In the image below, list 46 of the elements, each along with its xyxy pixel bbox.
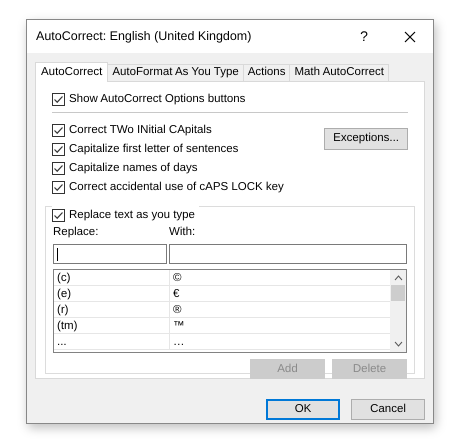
checkbox[interactable] [52, 93, 65, 106]
checkbox-label: Show AutoCorrect Options buttons [69, 92, 246, 107]
replace-label: Replace: [53, 225, 100, 240]
scroll-thumb[interactable] [391, 285, 405, 302]
checkbox[interactable] [52, 143, 65, 156]
checkbox-label: Capitalize names of days [69, 160, 198, 176]
with-label: With: [169, 225, 196, 240]
scroll-down-icon[interactable] [394, 341, 402, 348]
cancel-button[interactable]: Cancel [351, 399, 425, 420]
table-cell: (r) [54, 302, 170, 318]
checkmark-icon [53, 94, 64, 105]
replace-input-field[interactable] [53, 244, 167, 264]
window-title: AutoCorrect: English (United Kingdom) [36, 28, 252, 46]
table-cell: (e) [54, 286, 170, 302]
checkbox-label: Capitalize first letter of sentences [69, 142, 238, 157]
checkbox[interactable] [52, 162, 65, 175]
ok-button[interactable]: OK [266, 399, 340, 420]
checkbox[interactable] [52, 209, 65, 222]
checkmark-icon [53, 144, 64, 155]
checkbox-label: Replace text as you type [69, 208, 195, 223]
tab[interactable]: Actions [244, 64, 290, 81]
table-cell: ... [54, 334, 170, 350]
checkmark-icon [53, 125, 64, 136]
tab[interactable]: AutoCorrect [35, 62, 108, 82]
table-cell-text: … [172, 335, 184, 350]
tab[interactable]: Math AutoCorrect [290, 64, 389, 81]
checkbox-label: Correct TWo INitial CApitals [69, 122, 212, 138]
checkmark-icon [53, 182, 64, 193]
with-input-field[interactable] [169, 244, 407, 264]
help-button[interactable]: ? [341, 26, 387, 47]
tab[interactable]: AutoFormat As You Type [108, 64, 244, 81]
table-cell-text: ™ [172, 319, 184, 334]
exceptions-button[interactable]: Exceptions... [324, 128, 408, 150]
close-icon[interactable] [404, 30, 416, 42]
table-cell-text: ® [172, 303, 182, 318]
checkbox[interactable] [52, 181, 65, 194]
checkbox[interactable] [52, 124, 65, 137]
table-cell-text: © [172, 271, 182, 286]
checkmark-icon [53, 163, 64, 174]
table-cell-text: € [172, 287, 180, 302]
checkmark-icon [53, 210, 64, 221]
scrollbar[interactable] [390, 270, 406, 352]
checkbox-label: Correct accidental use of cAPS LOCK key [69, 180, 284, 195]
table-cell: (tm) [54, 318, 170, 334]
scroll-up-icon[interactable] [394, 275, 402, 282]
table-cell: (c) [54, 270, 170, 286]
